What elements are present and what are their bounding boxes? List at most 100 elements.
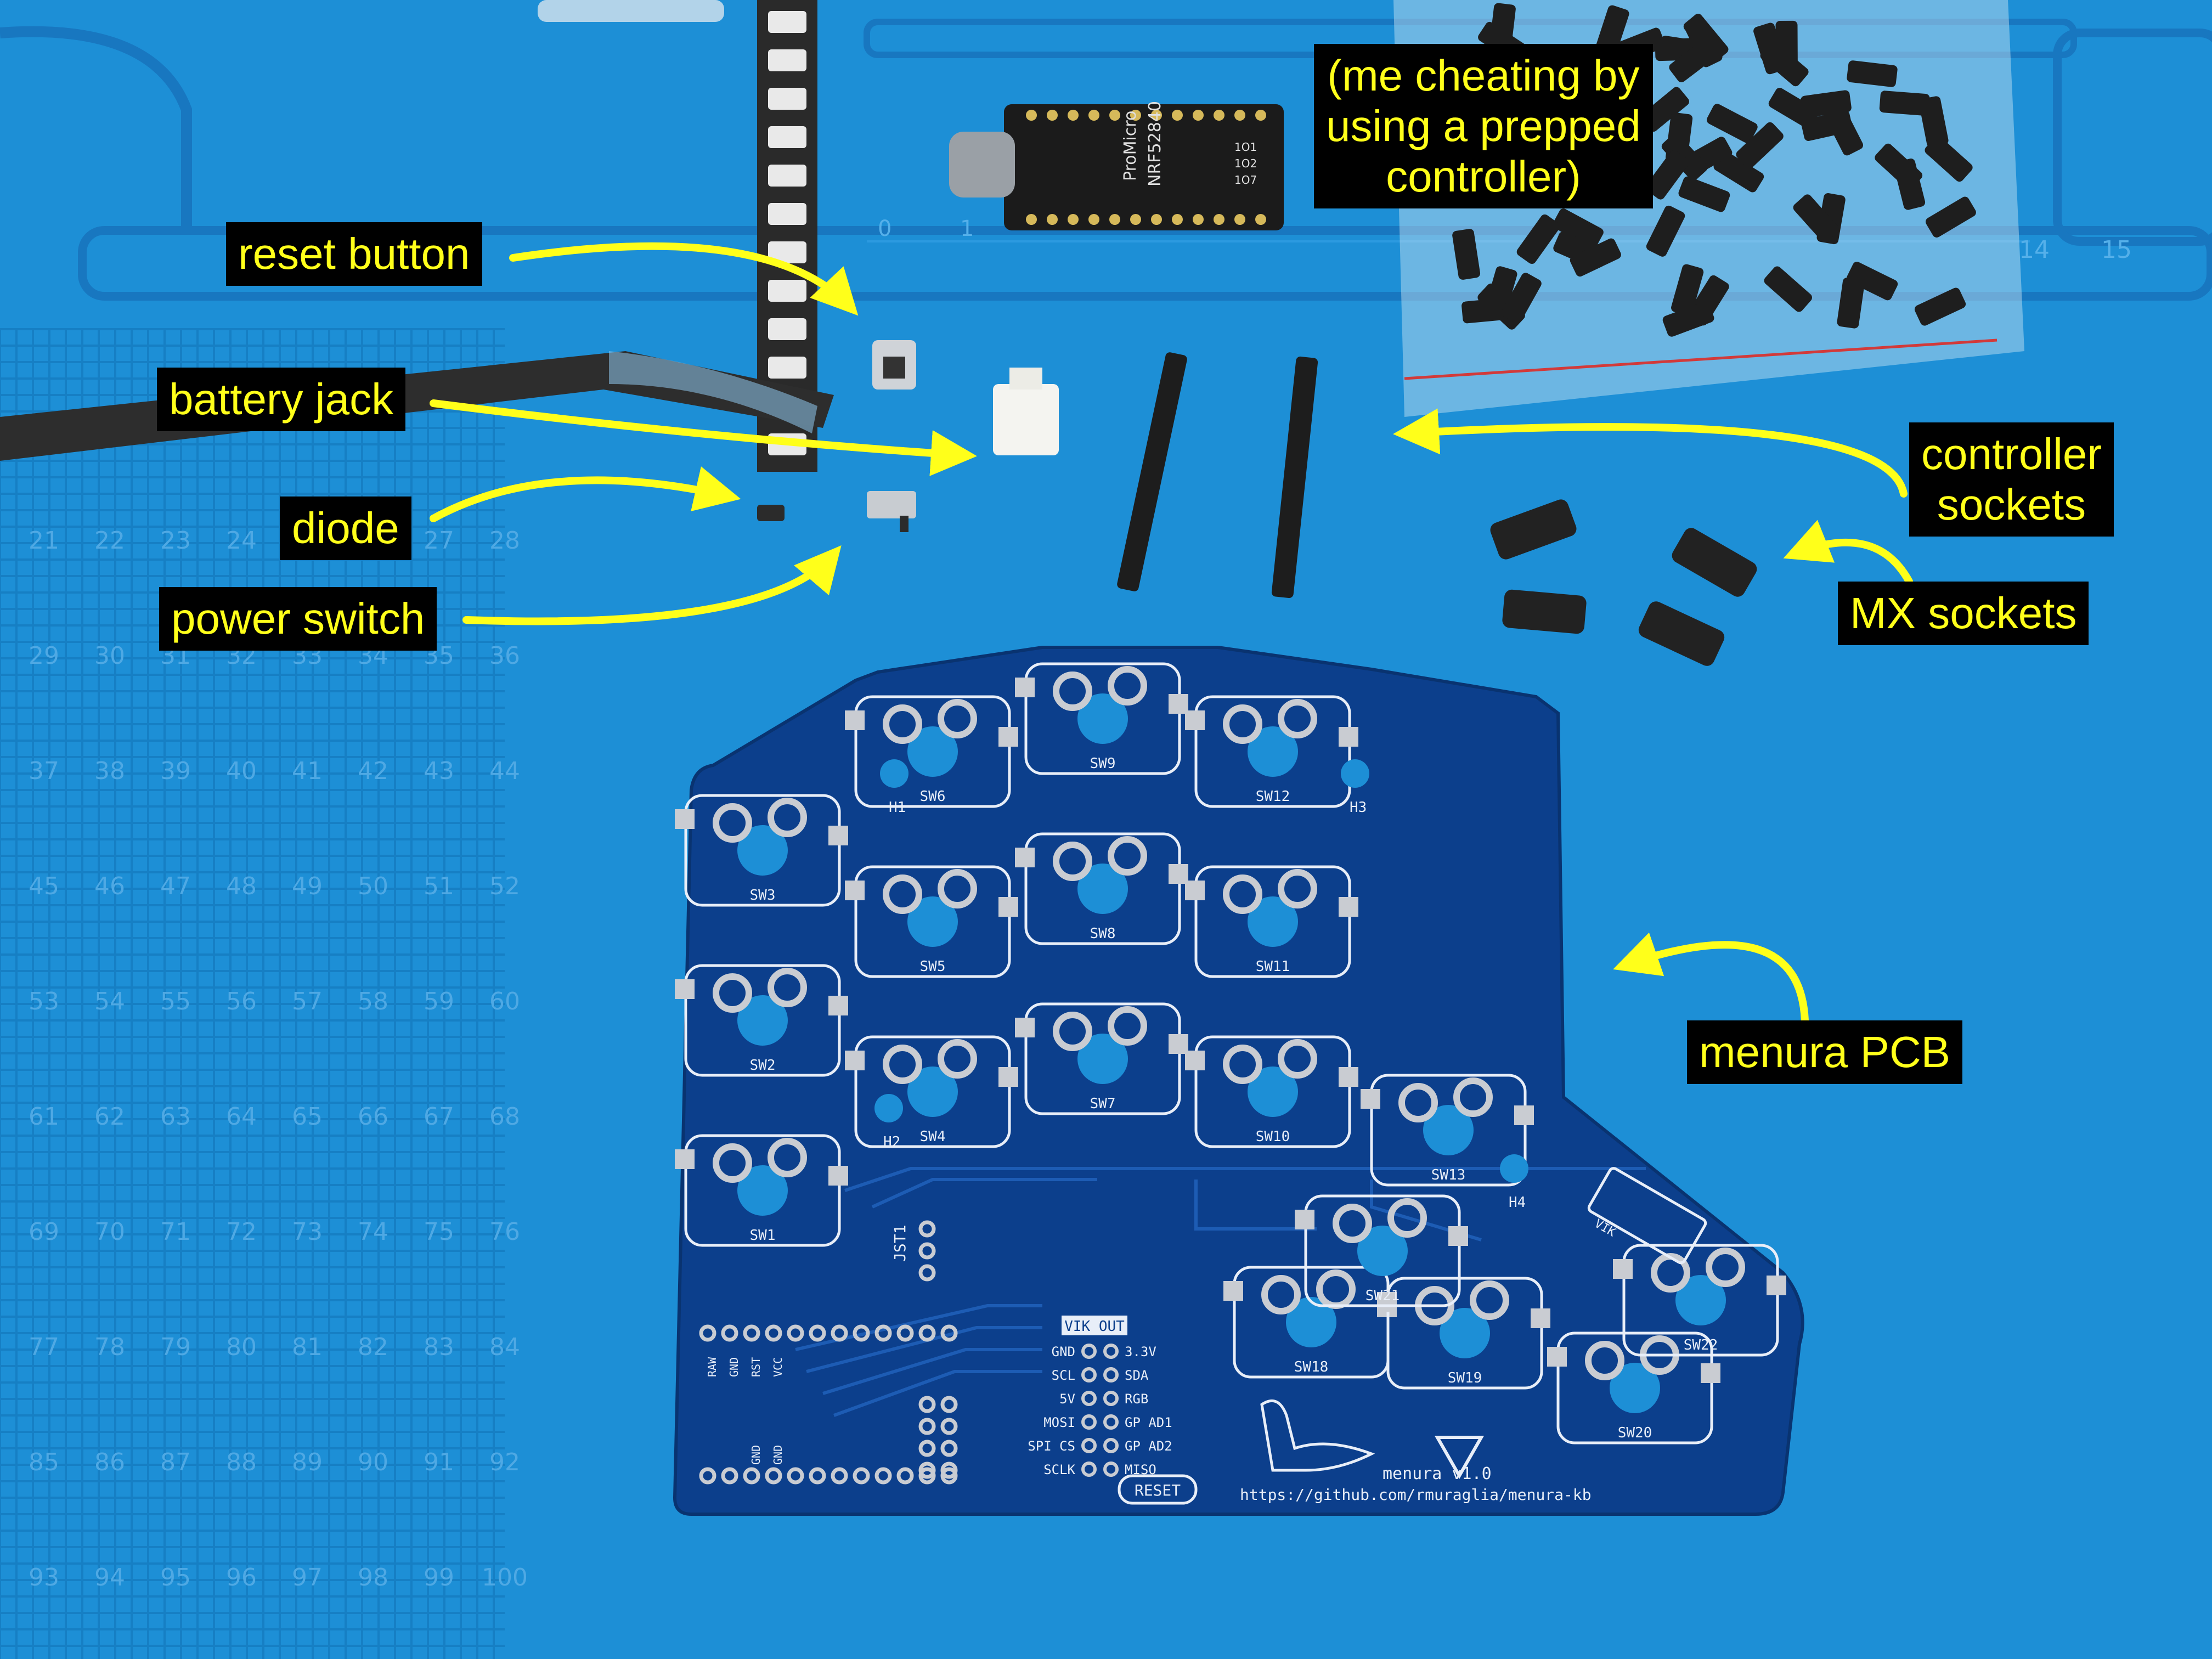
mat-grid-number: 96 xyxy=(226,1564,257,1592)
controller-pin xyxy=(1068,110,1079,121)
controller-silk-name: ProMicro xyxy=(1121,111,1140,181)
mat-grid-number: 41 xyxy=(292,757,323,785)
mat-grid-number: 56 xyxy=(226,988,257,1015)
tape-cell xyxy=(768,126,806,148)
mat-grid-number: 87 xyxy=(160,1448,191,1476)
controller-pin xyxy=(1151,214,1162,225)
tape-cell xyxy=(768,11,806,33)
mat-grid-number: 83 xyxy=(424,1333,454,1361)
tape-cell xyxy=(768,165,806,187)
mat-grid-number: 71 xyxy=(160,1218,191,1246)
controller-pin xyxy=(1234,110,1245,121)
mat-grid-number: 55 xyxy=(160,988,191,1015)
mat-grid-number: 50 xyxy=(358,872,388,900)
mx-socket xyxy=(1502,589,1587,634)
mat-grid-number: 52 xyxy=(489,872,520,900)
label-controller-sockets-line: controller xyxy=(1921,430,2102,478)
controller-pin xyxy=(1193,214,1204,225)
mat-grid-number: 62 xyxy=(94,1103,125,1131)
mat-grid-number: 95 xyxy=(160,1564,191,1592)
label-battery-jack: battery jack xyxy=(157,368,406,431)
controller-pin xyxy=(1109,214,1120,225)
mat-grid-number: 80 xyxy=(226,1333,257,1361)
mat-grid-number: 36 xyxy=(489,642,520,670)
package-lid xyxy=(538,0,724,22)
mat-grid-number: 84 xyxy=(489,1333,520,1361)
header-pin-label: GND xyxy=(749,1445,763,1465)
vik-pin-label: SCL xyxy=(1052,1368,1075,1383)
mat-grid-number: 46 xyxy=(94,872,125,900)
switch-label: SW9 xyxy=(1090,755,1116,772)
switch-label: SW2 xyxy=(750,1057,776,1074)
mat-grid-number: 74 xyxy=(358,1218,388,1246)
controller-pin xyxy=(1026,110,1037,121)
mat-grid-number: 43 xyxy=(424,757,454,785)
mat-grid-number: 69 xyxy=(29,1218,59,1246)
vik-pin-label: RGB xyxy=(1125,1391,1148,1407)
mat-grid-number: 82 xyxy=(358,1333,388,1361)
controller-pin xyxy=(1234,214,1245,225)
switch-label: SW8 xyxy=(1090,926,1116,942)
mat-grid-number: 30 xyxy=(94,642,125,670)
tape-cell xyxy=(768,88,806,110)
mat-grid-number: 53 xyxy=(29,988,59,1015)
header-pin-label: VCC xyxy=(771,1357,785,1377)
mat-grid-number: 100 xyxy=(482,1564,528,1592)
mat-grid-number: 70 xyxy=(94,1218,125,1246)
mat-grid-number: 58 xyxy=(358,988,388,1015)
switch-label: SW4 xyxy=(920,1128,946,1145)
mat-grid-number: 76 xyxy=(489,1218,520,1246)
mat-grid-number: 23 xyxy=(160,527,191,555)
switch-label: SW19 xyxy=(1448,1370,1482,1386)
reset-label: RESET xyxy=(1135,1481,1181,1499)
mat-grid-number: 27 xyxy=(424,527,454,555)
tape-cell xyxy=(768,203,806,225)
mat-grid-number: 81 xyxy=(292,1333,323,1361)
mat-grid-number: 67 xyxy=(424,1103,454,1131)
switch-label: SW7 xyxy=(1090,1096,1116,1112)
switch-label: SW21 xyxy=(1365,1288,1400,1304)
tape-cell xyxy=(768,357,806,379)
mat-grid-number: 57 xyxy=(292,988,323,1015)
controller-pin xyxy=(1130,214,1141,225)
mat-grid-number: 97 xyxy=(292,1564,323,1592)
label-controller-sockets-line: sockets xyxy=(1937,480,2086,529)
mat-grid-number: 24 xyxy=(226,527,257,555)
mat-grid-number: 68 xyxy=(489,1103,520,1131)
switch-label: SW5 xyxy=(920,958,946,975)
controller-pin xyxy=(1047,110,1058,121)
mounting-hole xyxy=(1341,759,1369,788)
label-controller-sockets: controller sockets xyxy=(1909,422,2114,537)
controller-pin xyxy=(1255,110,1266,121)
mounting-hole xyxy=(874,1094,903,1122)
board-name: menura v1.0 xyxy=(1383,1464,1492,1483)
mat-grid-number: 66 xyxy=(358,1103,388,1131)
switch-label: SW18 xyxy=(1294,1359,1329,1375)
vik-out-title: VIK OUT xyxy=(1064,1318,1125,1335)
mat-grid-number: 51 xyxy=(424,872,454,900)
vik-pin-label: SPI CS xyxy=(1028,1438,1075,1454)
controller-pin xyxy=(1193,110,1204,121)
reset-button-part xyxy=(872,340,916,390)
controller-pin-label: 1O2 xyxy=(1234,157,1257,170)
vik-pin-label: SCLK xyxy=(1043,1462,1075,1477)
tape-cell xyxy=(768,318,806,340)
jst-label: JST1 xyxy=(891,1225,909,1262)
label-power-switch: power switch xyxy=(159,587,437,651)
mat-grid-number: 54 xyxy=(94,988,125,1015)
mat-grid-number: 39 xyxy=(160,757,191,785)
switch-label: SW20 xyxy=(1618,1425,1652,1441)
hole-label: H3 xyxy=(1350,799,1367,816)
label-diode: diode xyxy=(280,496,411,560)
header-pin-label: GND xyxy=(727,1357,741,1377)
hole-label: H2 xyxy=(883,1134,900,1150)
ruler-number: 14 xyxy=(2019,236,2050,264)
switch-label: SW10 xyxy=(1256,1128,1290,1145)
controller-pin-label: 1O1 xyxy=(1234,140,1257,154)
ruler-number: 15 xyxy=(2101,236,2132,264)
ruler-number: 1 xyxy=(960,216,974,241)
mat-grid-number: 45 xyxy=(29,872,59,900)
board-url: https://github.com/rmuraglia/menura-kb xyxy=(1240,1486,1592,1504)
vik-pin-label: 3.3V xyxy=(1125,1344,1156,1359)
mat-grid-number: 22 xyxy=(94,527,125,555)
